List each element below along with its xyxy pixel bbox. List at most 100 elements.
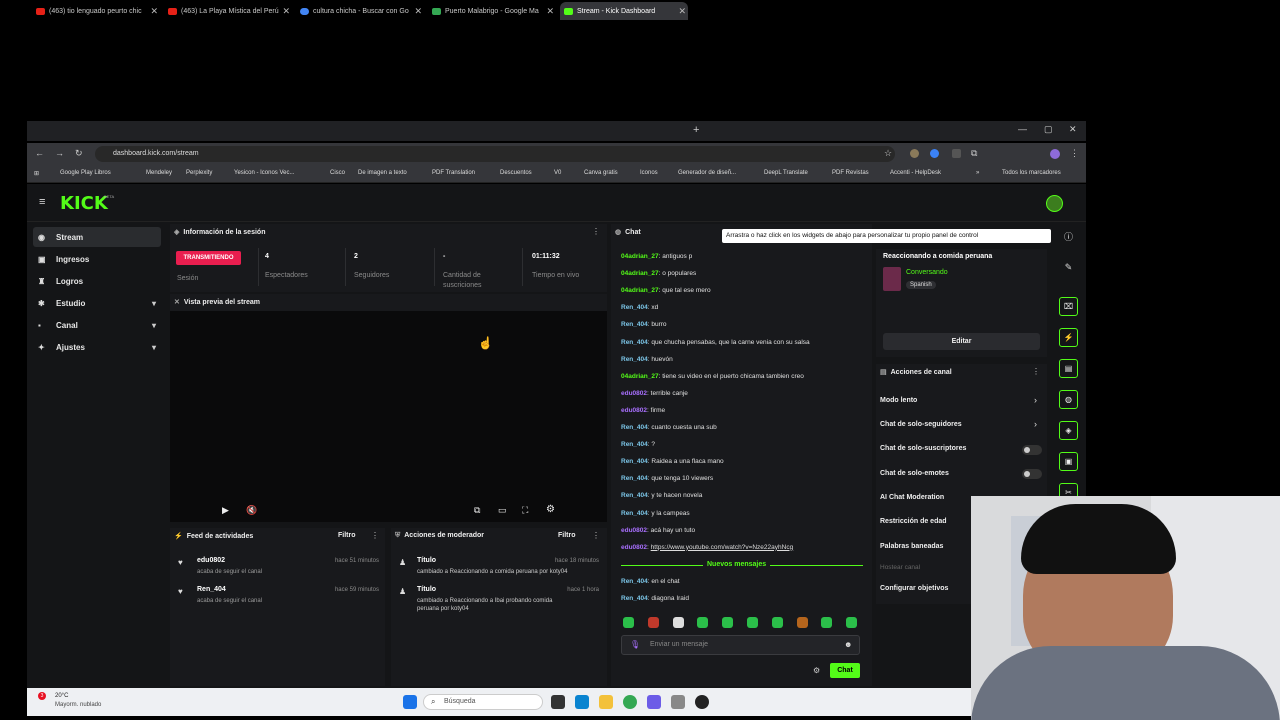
- chrome-icon[interactable]: [623, 695, 637, 709]
- browser-tab-5[interactable]: Stream - Kick Dashboard ✕: [560, 2, 688, 20]
- bookmark-item[interactable]: Google Play Libros: [60, 170, 111, 176]
- close-icon[interactable]: ✕: [678, 6, 686, 17]
- bookmark-item[interactable]: Todos los marcadores: [1002, 170, 1061, 176]
- close-icon[interactable]: ✕: [150, 6, 158, 17]
- age-restriction-row[interactable]: Restricción de edad: [880, 518, 947, 525]
- emote-icon[interactable]: [796, 617, 808, 628]
- kebab-menu-icon[interactable]: ⋮: [1032, 367, 1040, 376]
- chat-username[interactable]: 04adrian_27: [621, 270, 659, 277]
- chat-username[interactable]: Ren_404: [621, 492, 648, 499]
- moderator-filter-button[interactable]: Filtro: [558, 532, 576, 539]
- emote-icon[interactable]: [846, 617, 858, 628]
- bookmark-item[interactable]: V0: [554, 170, 561, 176]
- emote-icon[interactable]: [647, 617, 659, 628]
- fullscreen-icon[interactable]: ⛶: [522, 505, 528, 516]
- emote-icon[interactable]: [747, 617, 758, 628]
- bookmark-item[interactable]: Mendeley: [146, 170, 172, 176]
- chevron-right-icon[interactable]: ›: [1034, 419, 1037, 429]
- chat-username[interactable]: Ren_404: [621, 595, 648, 602]
- bookmark-item[interactable]: DeepL Translate: [764, 170, 808, 176]
- bookmark-item[interactable]: Perplexity: [186, 170, 212, 176]
- hamburger-icon[interactable]: ≡: [39, 196, 45, 208]
- bookmark-item[interactable]: De imagen a texto: [358, 170, 407, 176]
- back-icon[interactable]: ←: [35, 148, 44, 158]
- emote-icon[interactable]: [722, 617, 734, 628]
- url-field[interactable]: dashboard.kick.com/stream: [95, 146, 895, 162]
- bookmark-item[interactable]: Iconos: [640, 170, 658, 176]
- edit-stream-button[interactable]: Editar: [883, 333, 1040, 350]
- close-icon[interactable]: ✕: [546, 6, 554, 17]
- widget-channel-icon[interactable]: ▣: [1059, 452, 1078, 471]
- forward-icon[interactable]: →: [55, 148, 64, 158]
- chat-username[interactable]: 04adrian_27: [621, 287, 659, 294]
- taskbar-search[interactable]: ⌕ Búsqueda: [423, 694, 543, 710]
- maximize-icon[interactable]: ▢: [1044, 124, 1053, 135]
- user-avatar[interactable]: [1046, 195, 1063, 212]
- browser-tab-3[interactable]: cultura chicha - Buscar con Go ✕: [300, 2, 424, 20]
- play-icon[interactable]: ▶: [222, 505, 229, 516]
- chat-username[interactable]: Ren_404: [621, 356, 648, 363]
- app-icon[interactable]: [671, 695, 685, 709]
- weather-temp[interactable]: 20°C: [55, 693, 68, 699]
- kebab-menu-icon[interactable]: ⋮: [371, 531, 379, 540]
- emote-icon[interactable]: [623, 617, 634, 628]
- chat-text[interactable]: https://www.youtube.com/watch?v=Nze22ayh…: [651, 544, 794, 551]
- widget-broadcast-icon[interactable]: ◈: [1059, 421, 1078, 440]
- file-explorer-icon[interactable]: [599, 695, 613, 709]
- chat-username[interactable]: 04adrian_27: [621, 253, 659, 260]
- mute-icon[interactable]: 🔇: [246, 505, 257, 516]
- activity-user[interactable]: Ren_404: [197, 586, 226, 593]
- widget-chat-icon[interactable]: ◍: [1059, 390, 1078, 409]
- kebab-menu-icon[interactable]: ⋮: [592, 227, 600, 236]
- close-icon[interactable]: ✕: [282, 6, 290, 17]
- emote-icon[interactable]: [771, 617, 783, 628]
- extension-icon[interactable]: [930, 149, 939, 158]
- chevron-right-icon[interactable]: »: [976, 170, 979, 176]
- slow-mode-row[interactable]: Modo lento: [880, 397, 917, 404]
- sidebar-item-canal[interactable]: ▪ Canal ▾: [33, 315, 161, 335]
- activity-user[interactable]: edu0802: [197, 557, 225, 564]
- close-window-icon[interactable]: ✕: [1069, 124, 1077, 135]
- bookmark-item[interactable]: PDF Revistas: [832, 170, 869, 176]
- chat-username[interactable]: Ren_404: [621, 578, 648, 585]
- widget-preview-icon[interactable]: ⌧: [1059, 297, 1078, 316]
- subscribers-only-toggle[interactable]: [1022, 445, 1042, 455]
- host-channel-row[interactable]: Hostear canal: [880, 564, 920, 571]
- emote-icon[interactable]: [697, 617, 709, 628]
- send-chat-button[interactable]: Chat: [830, 663, 860, 678]
- sidebar-item-estudio[interactable]: ✱ Estudio ▾: [33, 293, 161, 313]
- bookmark-item[interactable]: PDF Translation: [432, 170, 475, 176]
- app-icon[interactable]: [647, 695, 661, 709]
- puzzle-icon[interactable]: ⧉: [971, 148, 977, 159]
- bookmark-item[interactable]: Descuentos: [500, 170, 532, 176]
- mic-icon[interactable]: 🎙: [630, 640, 640, 649]
- chat-username[interactable]: Ren_404: [621, 475, 648, 482]
- bookmark-item[interactable]: Canva gratis: [584, 170, 618, 176]
- theater-icon[interactable]: ▭: [498, 505, 507, 516]
- bookmark-item[interactable]: Cisco: [330, 170, 345, 176]
- bookmark-item[interactable]: Generador de diseñ...: [678, 170, 736, 176]
- bookmark-item[interactable]: Accenti - HelpDesk: [890, 170, 941, 176]
- windows-start-icon[interactable]: [403, 695, 417, 709]
- kick-logo[interactable]: KICK: [60, 193, 108, 214]
- set-goals-row[interactable]: Configurar objetivos: [880, 585, 948, 592]
- pencil-icon[interactable]: ✎: [1059, 258, 1078, 277]
- chat-username[interactable]: 04adrian_27: [621, 373, 659, 380]
- bookmark-item[interactable]: Yesicon - Iconos Vec...: [234, 170, 294, 176]
- sidebar-item-stream[interactable]: ◉ Stream: [33, 227, 161, 247]
- apps-icon[interactable]: ⊞: [34, 170, 39, 177]
- emote-icon[interactable]: [672, 617, 684, 628]
- chat-username[interactable]: Ren_404: [621, 424, 648, 431]
- chat-username[interactable]: Ren_404: [621, 304, 648, 311]
- chat-username[interactable]: Ren_404: [621, 441, 648, 448]
- reload-icon[interactable]: ↻: [75, 148, 83, 159]
- sidebar-item-logros[interactable]: ♜ Logros: [33, 271, 161, 291]
- stream-category[interactable]: Conversando: [906, 269, 948, 276]
- chat-username[interactable]: edu0802: [621, 527, 647, 534]
- pip-icon[interactable]: ⧉: [474, 505, 480, 516]
- extension-icon[interactable]: [952, 149, 961, 158]
- sidebar-item-ajustes[interactable]: ✦ Ajustes ▾: [33, 337, 161, 357]
- chat-username[interactable]: edu0802: [621, 544, 647, 551]
- followers-only-row[interactable]: Chat de solo-seguidores: [880, 421, 962, 428]
- ai-moderation-row[interactable]: AI Chat Moderation: [880, 494, 944, 501]
